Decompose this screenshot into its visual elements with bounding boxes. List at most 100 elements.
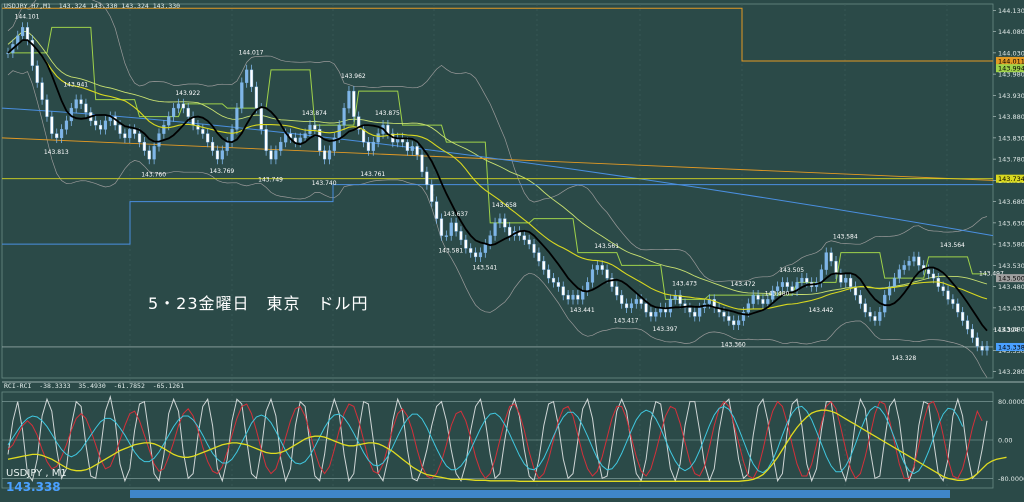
y-tick-label-13: 143.480 — [998, 283, 1024, 291]
candle-body — [824, 252, 828, 270]
candle-body — [556, 282, 560, 287]
price-label-16: 143.541 — [472, 265, 497, 272]
candle-body — [79, 99, 83, 105]
price-label-13: 143.637 — [443, 211, 468, 218]
candle-body — [230, 129, 234, 143]
candle-body — [118, 124, 122, 134]
price-marker-label-4: 143.338 — [998, 343, 1024, 351]
candle-body — [654, 311, 658, 317]
candle-body — [55, 133, 59, 139]
price-marker-label-2: 143.734 — [998, 175, 1024, 183]
price-label-11: 143.875 — [375, 110, 400, 117]
candle-body — [493, 222, 497, 236]
candle-body — [785, 282, 789, 287]
price-label-15: 143.581 — [438, 248, 463, 255]
price-label-17: 143.561 — [594, 243, 619, 250]
candle-body — [483, 243, 487, 253]
price-label-30: 143.328 — [891, 355, 916, 362]
price-label-3: 143.922 — [175, 90, 200, 97]
price-marker-label-1: 143.994 — [998, 65, 1024, 73]
candle-body — [873, 316, 877, 321]
candle-body — [975, 337, 979, 347]
candle-body — [605, 269, 609, 279]
y-tick-label-4: 143.930 — [998, 92, 1024, 100]
green-step-line — [8, 26, 987, 300]
y-tick-label-12: 143.530 — [998, 262, 1024, 270]
candle-body — [503, 218, 507, 228]
candle-body — [371, 141, 375, 151]
candle-body — [951, 299, 955, 304]
candle-body — [527, 239, 531, 245]
price-marker-label-3: 143.500 — [998, 275, 1024, 283]
candle-body — [279, 141, 283, 151]
y-tick-label-5: 143.880 — [998, 113, 1024, 121]
candle-body — [931, 273, 936, 279]
price-label-6: 143.769 — [209, 168, 234, 175]
candle-body — [45, 99, 49, 117]
candle-body — [347, 90, 351, 109]
candle-body — [152, 146, 156, 160]
candle-body — [590, 269, 595, 283]
candle-body — [766, 299, 770, 304]
y-tick-label-11: 143.580 — [998, 241, 1024, 249]
candle-body — [405, 141, 409, 151]
candle-body — [186, 107, 190, 117]
candle-body — [912, 256, 916, 262]
candle-body — [688, 307, 692, 313]
price-label-4: 143.760 — [141, 172, 166, 179]
y-tick-label-7: 143.780 — [998, 156, 1024, 164]
candle-body — [849, 277, 853, 287]
candle-body — [322, 150, 327, 160]
candle-body — [571, 294, 575, 300]
y-tick-label-17: 143.280 — [998, 368, 1024, 376]
candle-body — [254, 86, 259, 109]
candle-body — [751, 294, 755, 304]
candle-body — [376, 133, 380, 143]
candle-body — [98, 124, 103, 130]
price-info-header: USDJPY_H7,M1 143.324 143.330 143.324 143… — [4, 2, 181, 10]
candle-body — [352, 90, 356, 117]
candle-body — [732, 320, 736, 326]
candle-body — [240, 82, 244, 109]
candle-body — [137, 133, 142, 143]
candle-body — [829, 252, 833, 262]
candle-body — [844, 277, 848, 283]
candle-body — [868, 311, 872, 317]
price-label-5: 144.017 — [239, 49, 264, 56]
price-label-10: 143.740 — [312, 180, 337, 187]
chart-window: 144.130 144.080 144.030 143.980 143.930 143.8… — [0, 0, 1024, 502]
candle-body — [464, 239, 468, 249]
y-tick-label-9: 143.680 — [998, 198, 1024, 206]
candle-body — [839, 273, 843, 283]
price-label-12: 143.761 — [360, 171, 385, 178]
symbol-label: USDJPY , M1 — [6, 468, 67, 479]
last-price-label: 143.338 — [6, 480, 61, 494]
candle-body — [308, 124, 312, 134]
candle-body — [35, 65, 39, 83]
price-label-0: 144.101 — [15, 14, 40, 21]
candle-body — [736, 320, 741, 326]
candle-body — [980, 345, 984, 351]
price-label-20: 143.417 — [614, 317, 639, 324]
candle-body — [425, 171, 429, 185]
candle-body — [624, 303, 629, 309]
candle-body — [805, 277, 809, 283]
candle-body — [84, 103, 88, 113]
candle-body — [883, 294, 887, 313]
candle-body — [361, 129, 366, 143]
candle-body — [941, 286, 945, 292]
candle-body — [342, 107, 346, 126]
black-ma-line — [7, 39, 988, 332]
candle-body — [863, 303, 867, 313]
candle-body — [176, 103, 181, 109]
candle-body — [74, 99, 78, 109]
candle-body — [488, 235, 492, 245]
candle-body — [547, 269, 551, 279]
candle-body — [561, 286, 565, 296]
candle-body — [595, 265, 599, 270]
rci_slow-line — [7, 409, 1007, 482]
candle-body — [430, 184, 434, 202]
candle-body — [644, 303, 648, 313]
candle-body — [147, 150, 151, 160]
candle-body — [478, 252, 483, 258]
